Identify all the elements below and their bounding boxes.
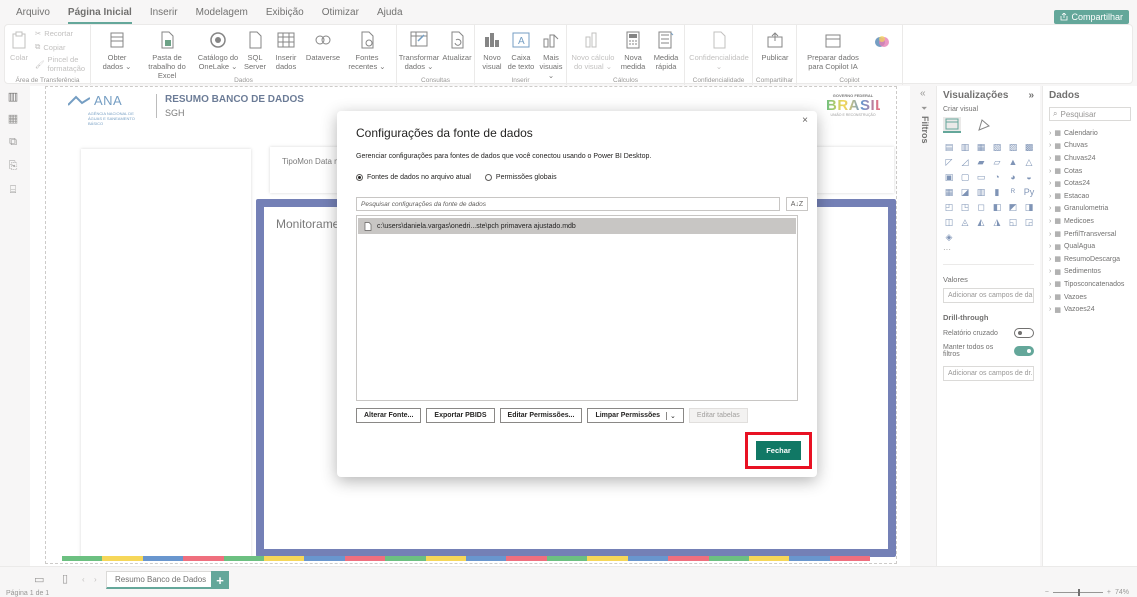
- radio-current-file-dot[interactable]: [356, 174, 363, 181]
- chevron-down-icon[interactable]: ⌄: [666, 411, 676, 420]
- edit-permissions-button[interactable]: Editar Permissões...: [499, 408, 583, 423]
- data-source-search-input[interactable]: Pesquisar configurações da fonte de dado…: [356, 197, 780, 211]
- change-source-button[interactable]: Alterar Fonte...: [356, 408, 422, 423]
- edit-tables-button[interactable]: Editar tabelas: [688, 408, 748, 423]
- close-icon[interactable]: ×: [802, 115, 808, 126]
- clear-permissions-label: Limpar Permissões: [595, 412, 661, 419]
- data-source-path: c:\users\daniela.vargas\onedri...ste\pch…: [377, 222, 576, 230]
- file-icon: [364, 221, 372, 231]
- dialog-description: Gerenciar configurações para fontes de d…: [356, 153, 652, 160]
- scope-radio-group: Fontes de dados no arquivo atual Permiss…: [356, 174, 557, 181]
- clear-permissions-button[interactable]: Limpar Permissões ⌄: [587, 408, 684, 423]
- radio-current-file[interactable]: Fontes de dados no arquivo atual: [356, 174, 471, 181]
- sort-icon[interactable]: A↓Z: [786, 197, 808, 211]
- data-source-list[interactable]: c:\users\daniela.vargas\onedri...ste\pch…: [356, 215, 798, 401]
- radio-global-permissions-label: Permissões globais: [495, 174, 557, 181]
- data-source-settings-dialog: Configurações da fonte de dados × Gerenc…: [337, 111, 817, 477]
- data-source-item[interactable]: c:\users\daniela.vargas\onedri...ste\pch…: [358, 218, 796, 234]
- export-pbids-button[interactable]: Exportar PBIDS: [426, 408, 495, 423]
- radio-current-file-label: Fontes de dados no arquivo atual: [367, 174, 471, 181]
- dialog-button-row: Alterar Fonte... Exportar PBIDS Editar P…: [356, 408, 748, 423]
- close-button-highlight: Fechar: [745, 432, 812, 469]
- radio-global-permissions[interactable]: Permissões globais: [484, 174, 557, 181]
- radio-global-permissions-dot[interactable]: [484, 174, 492, 181]
- close-button[interactable]: Fechar: [756, 441, 801, 460]
- dialog-title: Configurações da fonte de dados: [356, 126, 533, 140]
